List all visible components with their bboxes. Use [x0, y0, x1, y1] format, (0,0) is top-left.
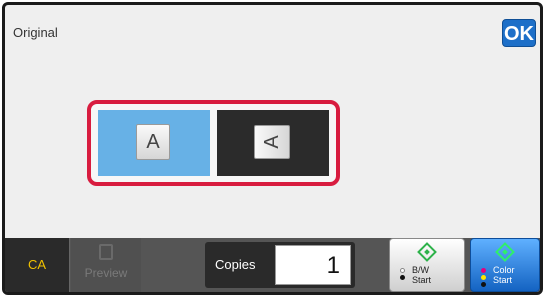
preview-label: Preview: [84, 266, 128, 280]
portrait-orientation-button[interactable]: A: [98, 110, 210, 176]
bw-start-label: B/W Start: [412, 265, 431, 285]
color-start-line2: Start: [493, 275, 513, 285]
orientation-selector: A A: [87, 100, 340, 186]
preview-icon: [99, 244, 113, 260]
color-dots-icon: [481, 268, 486, 289]
bw-dots-icon: [400, 268, 405, 282]
landscape-orientation-button[interactable]: A: [217, 110, 329, 176]
start-diamond-icon: [495, 242, 515, 262]
bottom-action-bar: CA Preview Copies 1 B/W Start Color Star…: [5, 238, 540, 292]
bw-start-button[interactable]: B/W Start: [389, 238, 465, 292]
copies-label: Copies: [215, 257, 256, 272]
color-start-label: Color Start: [493, 265, 515, 285]
bw-start-line2: Start: [412, 275, 432, 285]
copier-panel: Original OK A A CA Preview Copies 1 B/W: [2, 2, 543, 295]
color-start-button[interactable]: Color Start: [470, 238, 540, 292]
page-title: Original: [13, 25, 58, 40]
landscape-page-icon: A: [254, 125, 290, 159]
portrait-page-icon: A: [136, 124, 170, 160]
bw-start-line1: B/W: [412, 265, 429, 275]
preview-button[interactable]: Preview: [71, 238, 141, 292]
ca-button[interactable]: CA: [5, 238, 70, 292]
ok-button[interactable]: OK: [502, 19, 536, 47]
start-diamond-icon: [417, 242, 437, 262]
copies-control: Copies 1: [205, 242, 355, 288]
copies-input[interactable]: 1: [275, 245, 351, 285]
color-start-line1: Color: [493, 265, 515, 275]
